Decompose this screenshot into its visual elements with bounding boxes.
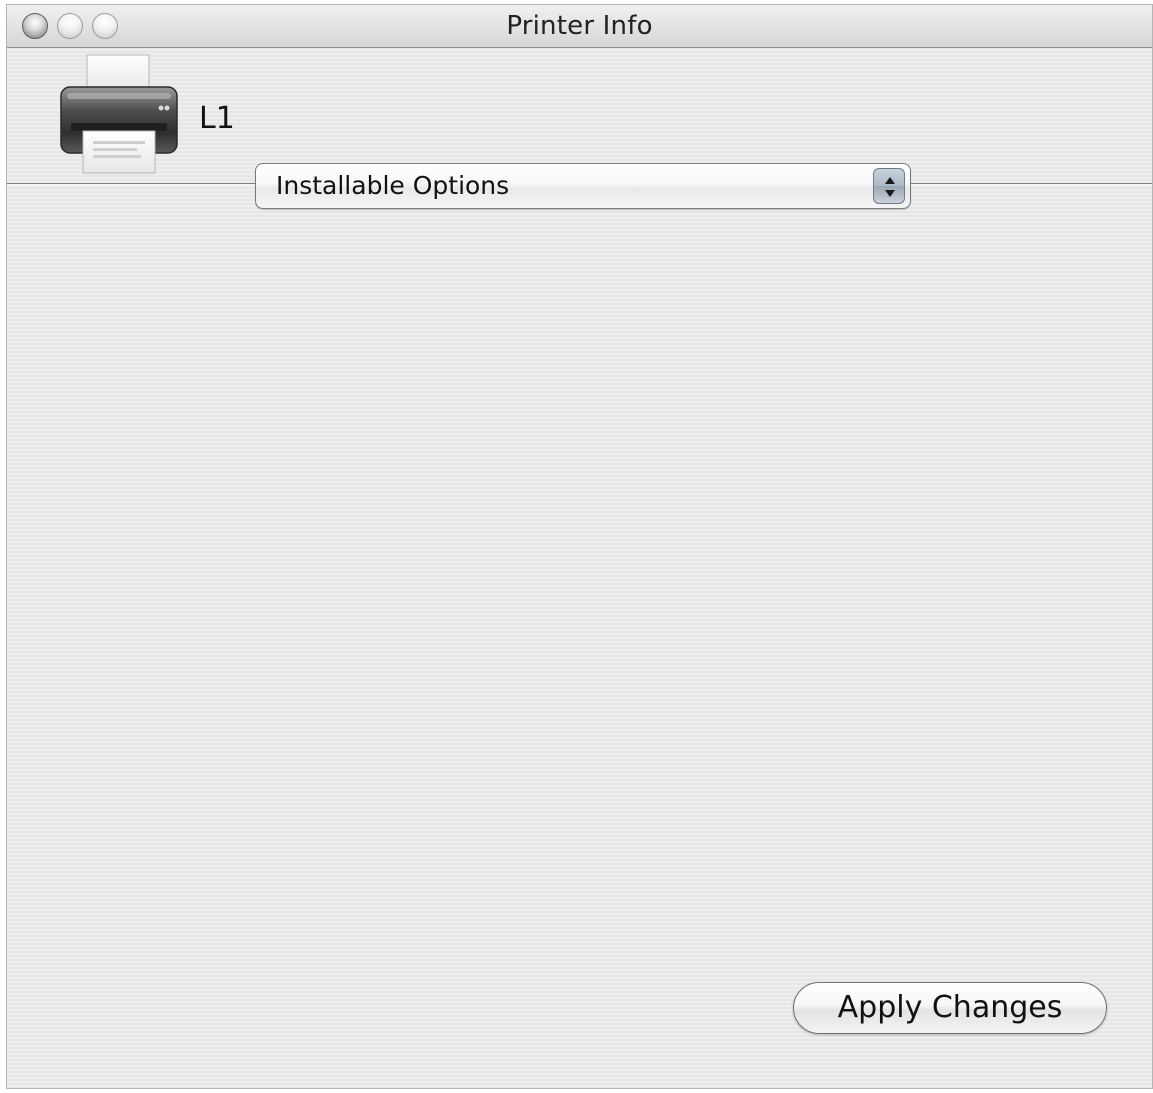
title-bar[interactable]: Printer Info — [7, 5, 1152, 48]
window-title: Printer Info — [506, 11, 653, 41]
apply-changes-button[interactable]: Apply Changes — [793, 982, 1107, 1034]
printer-name: L1 — [199, 101, 235, 136]
printer-icon — [53, 53, 185, 179]
panel-selector-value: Installable Options — [276, 171, 510, 200]
panel-selector-popup[interactable]: Installable Options — [255, 163, 911, 209]
up-down-arrows-icon — [873, 168, 905, 204]
printer-info-window: Printer Info L1 Installable Options Appl… — [6, 4, 1153, 1089]
